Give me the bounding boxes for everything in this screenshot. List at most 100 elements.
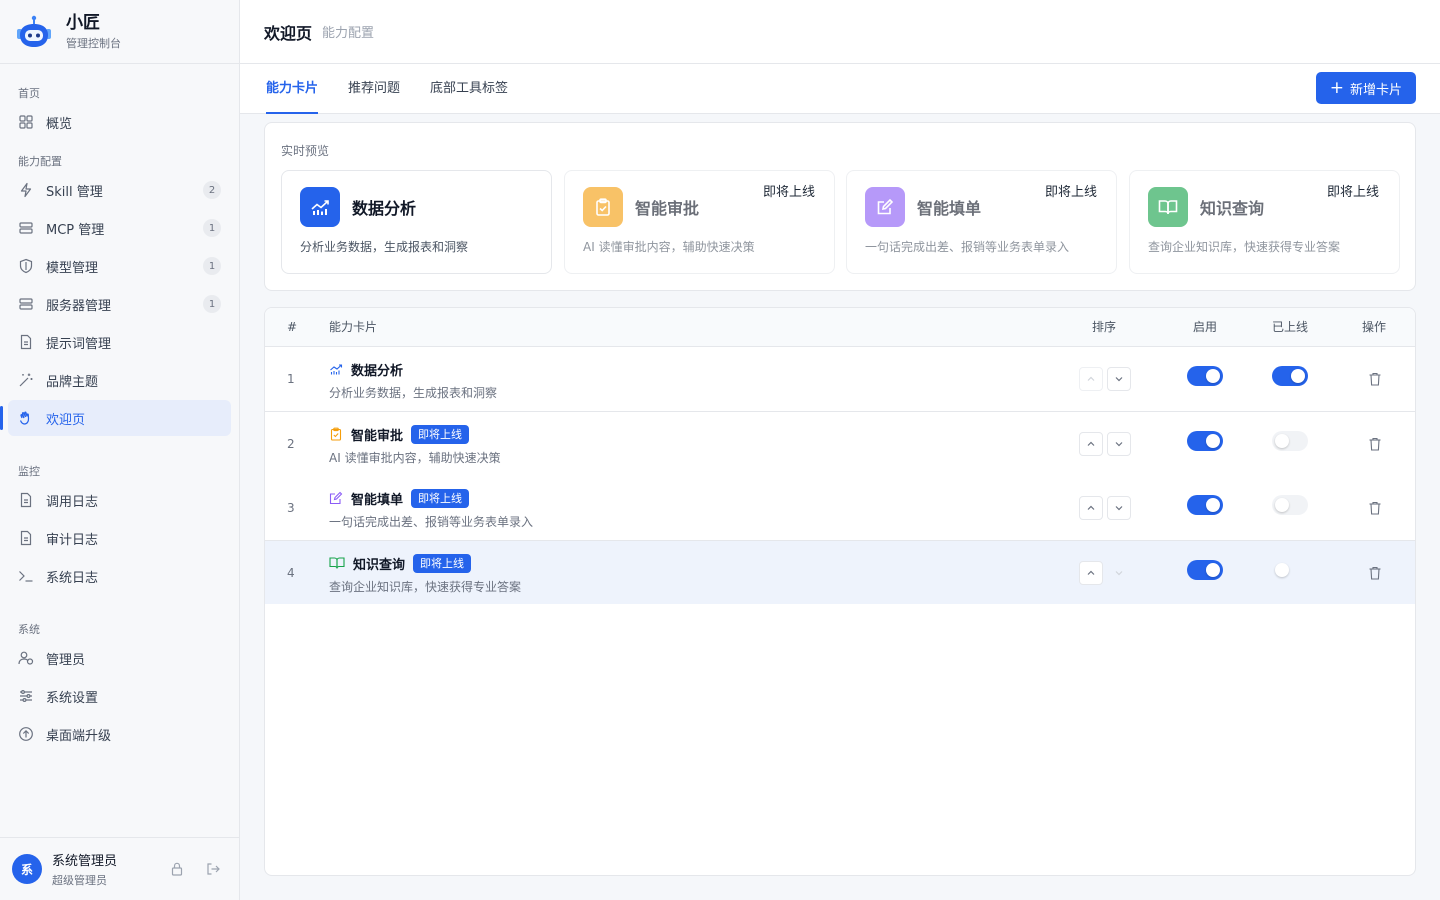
users-icon [18,650,34,666]
document-icon [18,530,34,546]
clipboard-check-icon [583,187,623,227]
preview-card-desc: 查询企业知识库，快速获得专业答案 [1148,240,1341,254]
sidebar-item-label: 模型管理 [46,260,99,276]
chart-icon [300,187,340,227]
coming-soon-badge: 即将上线 [1327,185,1380,200]
logout-icon[interactable] [205,861,221,877]
sidebar-item-prompt[interactable]: 提示词管理 [8,324,231,360]
sidebar-item-welcome[interactable]: 欢迎页 [0,400,231,436]
avatar[interactable]: 系 [12,854,42,884]
enabled-toggle[interactable] [1187,495,1223,515]
tab-questions[interactable]: 推荐问题 [348,64,400,114]
table-header: # 能力卡片 排序 启用 已上线 操作 [265,308,1415,347]
tab-cards[interactable]: 能力卡片 [266,64,319,114]
move-up-button[interactable] [1079,432,1103,456]
sidebar-item-label: 品牌主题 [46,374,99,390]
move-up-button[interactable] [1079,496,1103,520]
row-title: 智能审批 [351,428,404,444]
move-down-button[interactable] [1107,496,1131,520]
sidebar-item-mcp[interactable]: MCP 管理 1 [8,210,231,246]
online-toggle[interactable] [1272,366,1308,386]
sidebar-item-label: 概览 [46,116,73,132]
sidebar-item-label: 审计日志 [46,532,99,548]
row-index: 3 [287,501,295,515]
trash-icon[interactable] [1368,565,1382,581]
move-down-button[interactable] [1107,367,1131,391]
col-sort: 排序 [1092,320,1117,334]
sidebar-item-call-log[interactable]: 调用日志 [8,482,231,518]
sidebar-item-label: 系统日志 [46,570,99,586]
add-card-button[interactable]: + 新增卡片 [1315,72,1416,104]
book-open-icon [329,556,345,570]
page-header: 欢迎页 能力配置 [240,0,1440,64]
move-down-button[interactable] [1107,432,1131,456]
move-up-button[interactable] [1079,561,1103,585]
col-enabled: 启用 [1193,320,1218,334]
wave-hand-icon [18,410,34,426]
online-toggle[interactable] [1272,431,1308,451]
coming-soon-badge: 即将上线 [1045,185,1098,200]
sidebar-item-label: 桌面端升级 [46,728,112,744]
sidebar-item-overview[interactable]: 概览 [8,104,231,140]
row-title: 智能填单 [351,492,404,508]
breadcrumb: 能力配置 [322,26,375,41]
server-icon [18,296,34,312]
sidebar-item-audit-log[interactable]: 审计日志 [8,520,231,556]
sidebar-item-model[interactable]: 模型管理 1 [8,248,231,284]
col-online: 已上线 [1272,320,1309,334]
live-preview-panel: 实时预览 数据分析 分析业务数据，生成报表和洞察 智能审批 AI 读懂审批内容，… [264,122,1416,291]
user-name: 系统管理员 [52,854,118,869]
preview-card-title: 智能填单 [917,199,982,218]
trash-icon[interactable] [1368,500,1382,516]
brand-name: 小匠 [66,12,100,33]
brand-subtitle: 管理控制台 [66,36,121,50]
online-toggle[interactable] [1272,560,1308,580]
sidebar-item-server[interactable]: 服务器管理 1 [8,286,231,322]
book-open-icon [1148,187,1188,227]
shield-icon [18,258,34,274]
enabled-toggle[interactable] [1187,366,1223,386]
row-index: 2 [287,437,295,451]
page-title: 欢迎页 [264,23,313,43]
move-down-button[interactable] [1107,561,1131,585]
preview-card-data-analysis[interactable]: 数据分析 分析业务数据，生成报表和洞察 [281,170,552,274]
table-row: 4 知识查询 即将上线 查询企业知识库，快速获得专业答案 [265,541,1415,604]
row-desc: 分析业务数据，生成报表和洞察 [329,386,498,400]
edit-icon [865,187,905,227]
tab-toolbar[interactable]: 底部工具标签 [430,64,508,114]
preview-card-desc: 一句话完成出差、报销等业务表单录入 [865,240,1070,254]
lightning-icon [18,182,34,198]
count-badge: 1 [203,219,221,237]
preview-card-desc: 分析业务数据，生成报表和洞察 [300,240,469,254]
sidebar-item-settings[interactable]: 系统设置 [8,678,231,714]
sidebar-item-skill[interactable]: Skill 管理 2 [8,172,231,208]
trash-icon[interactable] [1368,436,1382,452]
document-icon [18,492,34,508]
col-card: 能力卡片 [329,320,378,334]
user-role: 超级管理员 [52,874,107,887]
edit-icon [329,491,343,505]
server-icon [18,220,34,236]
coming-soon-badge: 即将上线 [763,185,816,200]
add-card-label: 新增卡片 [1349,82,1402,98]
sidebar-item-sys-log[interactable]: 系统日志 [8,558,231,594]
sidebar-item-label: Skill 管理 [46,184,103,200]
sliders-icon [18,688,34,704]
enabled-toggle[interactable] [1187,431,1223,451]
nav-section-capability: 能力配置 [18,155,62,168]
row-desc: 一句话完成出差、报销等业务表单录入 [329,515,534,529]
enabled-toggle[interactable] [1187,560,1223,580]
lock-icon[interactable] [169,861,185,877]
move-up-button[interactable] [1079,367,1103,391]
coming-soon-badge: 即将上线 [411,424,470,444]
nav-section-monitor: 监控 [18,465,40,478]
sidebar-item-brand[interactable]: 品牌主题 [8,362,231,398]
online-toggle[interactable] [1272,495,1308,515]
count-badge: 1 [203,295,221,313]
clipboard-check-icon [329,427,343,441]
sidebar-item-label: 管理员 [46,652,86,668]
trash-icon[interactable] [1368,371,1382,387]
sidebar-item-admin[interactable]: 管理员 [8,640,231,676]
sidebar-item-upgrade[interactable]: 桌面端升级 [8,716,231,752]
terminal-icon [18,568,34,584]
